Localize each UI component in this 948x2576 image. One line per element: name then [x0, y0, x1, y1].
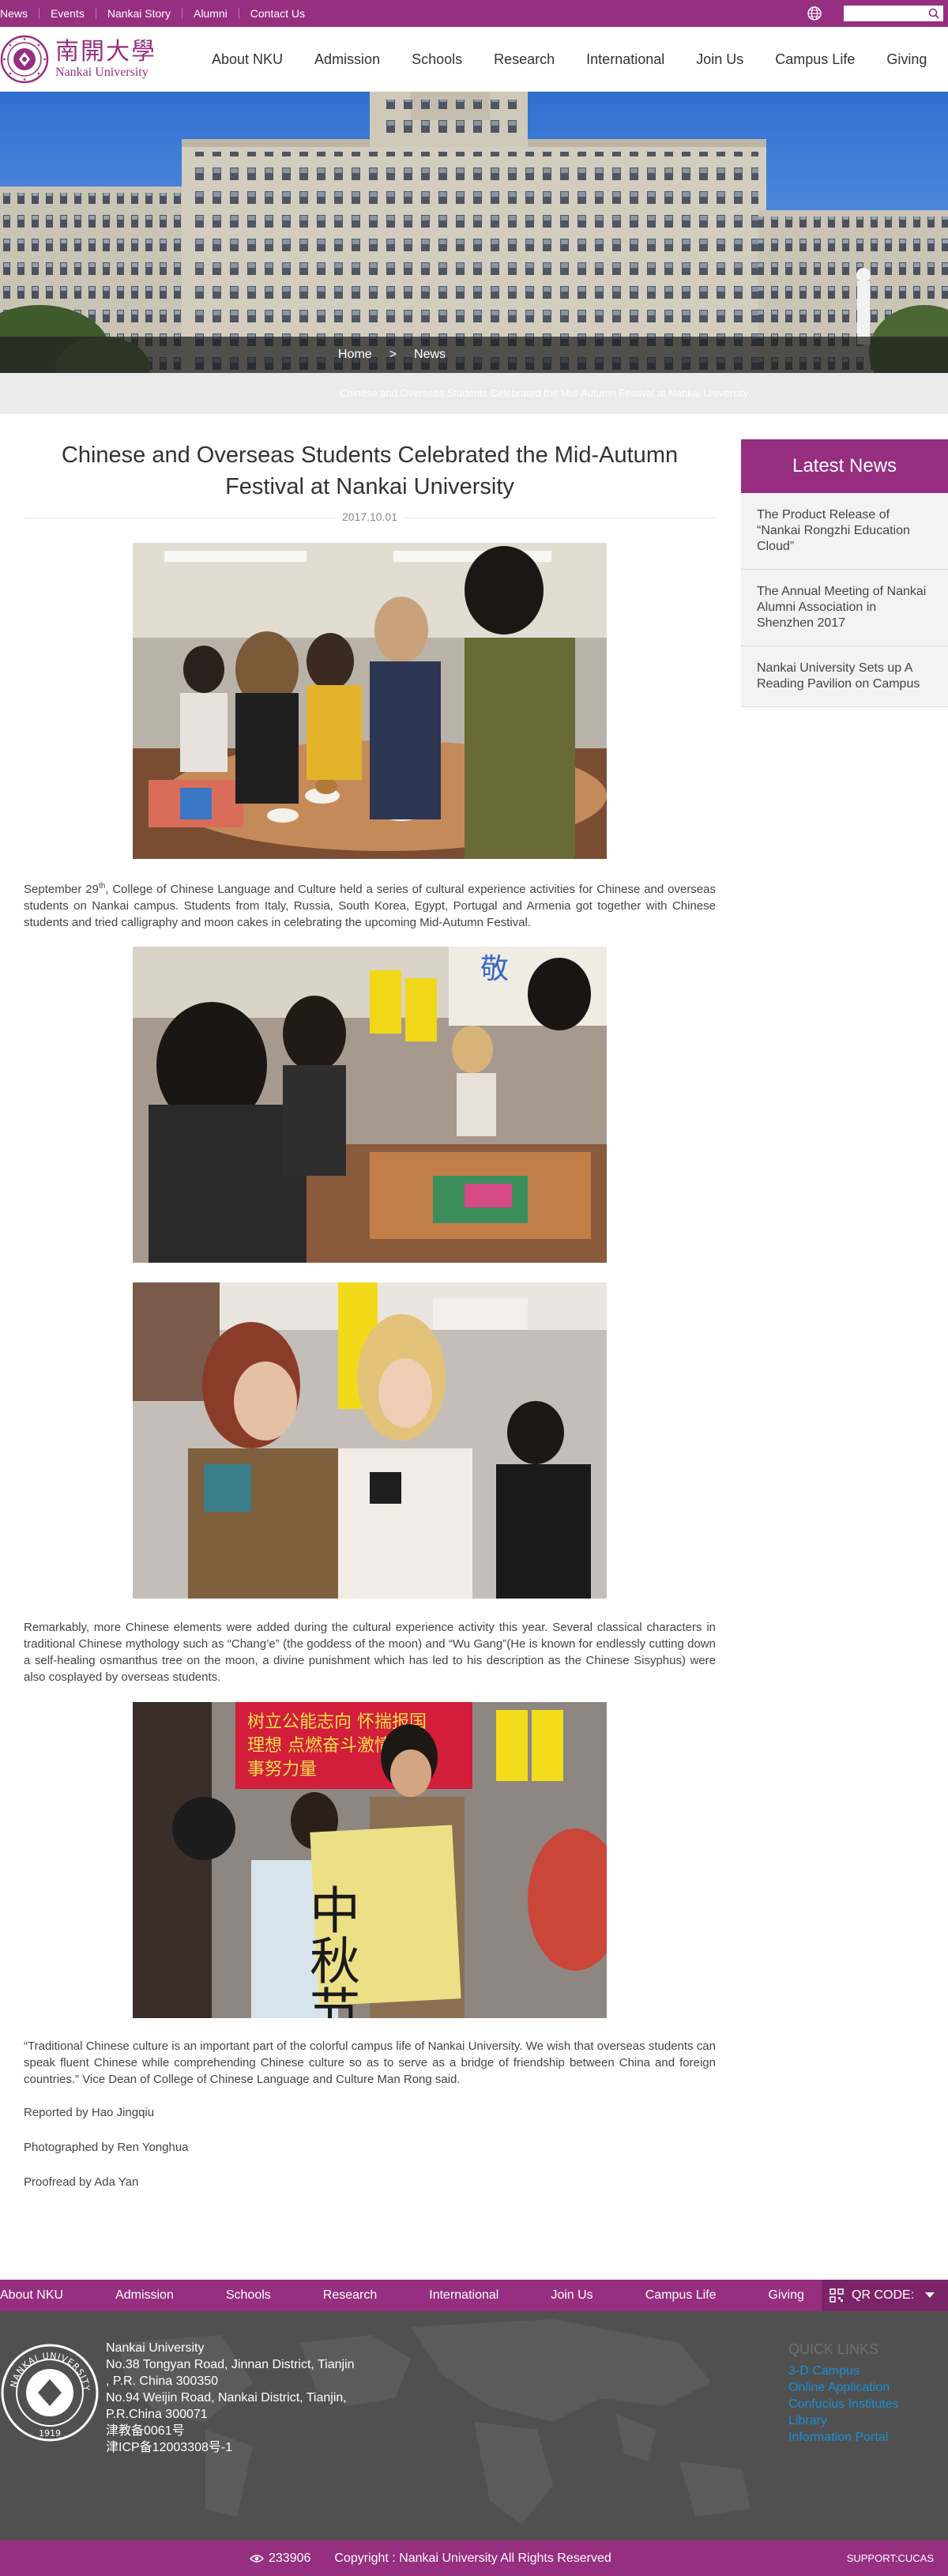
article-paragraph-1: September 29th, College of Chinese Langu…	[24, 878, 716, 931]
university-seal-icon	[0, 35, 49, 84]
reporter-credit: Reported by Hao Jingqiu	[24, 2106, 155, 2119]
breadcrumb-bar: Home > News	[0, 337, 948, 373]
address-line: P.R.China 300071	[106, 2408, 208, 2421]
article-photo-2: 敬	[133, 947, 607, 1263]
address-line: , P.R. China 300350	[106, 2375, 219, 2388]
article: Chinese and Overseas Students Celebrated…	[24, 439, 716, 2189]
article-paragraph-1-start: September 29	[24, 883, 99, 896]
proofreader-credit: Proofread by Ada Yan	[24, 2175, 139, 2189]
article-paragraph-1-rest: , College of Chinese Language and Cultur…	[24, 883, 716, 929]
address-line: Nankai University	[106, 2341, 205, 2355]
footer-nav-schools[interactable]: Schools	[226, 2288, 271, 2303]
address-line: 津教备0061号	[106, 2424, 185, 2438]
main-nav: About NKU Admission Schools Research Int…	[212, 27, 948, 92]
top-link-news[interactable]: News	[0, 8, 40, 19]
article-title: Chinese and Overseas Students Celebrated…	[61, 443, 679, 499]
breadcrumb-home[interactable]: Home	[338, 348, 372, 362]
footer-seal-icon: NANKAI UNIVERSITY 1919	[1, 2344, 99, 2442]
search-box	[844, 6, 943, 21]
globe-icon[interactable]	[807, 6, 822, 21]
article-photo-3	[133, 1282, 607, 1599]
top-links: News Events Nankai Story Alumni Contact …	[0, 0, 316, 27]
article-paragraph-3: “Traditional Chinese culture is an impor…	[24, 2039, 716, 2086]
nav-join-us[interactable]: Join Us	[696, 51, 743, 68]
photographer-credit: Photographed by Ren Yonghua	[24, 2141, 189, 2154]
article-subtitle: Chinese and Overseas Students Celebrated…	[340, 387, 749, 399]
article-paragraph-2: Remarkably, more Chinese elements were a…	[24, 1621, 716, 1684]
cucas-support-link[interactable]: SUPPORT:CUCAS	[847, 2552, 934, 2564]
top-bar: News Events Nankai Story Alumni Contact …	[0, 0, 948, 27]
article-photo-4: 树立公能志向 怀揣报国 理想 点燃奋斗激情 事努力量 中秋节	[133, 1702, 607, 2018]
search-icon[interactable]	[927, 7, 940, 20]
quick-link-confucius-institutes[interactable]: Confucius Institutes	[788, 2396, 899, 2412]
footer-nav-about-nku[interactable]: About NKU	[0, 2288, 63, 2303]
quick-links-title: QUICK LINKS	[788, 2341, 879, 2357]
photo2-sign-text: 敬	[480, 953, 509, 985]
latest-news-item[interactable]: The Product Release of “Nankai Rongzhi E…	[741, 493, 948, 570]
latest-news-sidebar: Latest News The Product Release of “Nank…	[741, 439, 948, 707]
breadcrumb: Home > News	[338, 337, 446, 373]
address-line: No.38 Tongyan Road, Jinnan District, Tia…	[106, 2358, 355, 2371]
top-link-alumni[interactable]: Alumni	[182, 8, 239, 19]
breadcrumb-separator: >	[389, 348, 397, 361]
footer-nav-join-us[interactable]: Join Us	[551, 2288, 592, 2303]
latest-news-title: Latest News	[741, 439, 948, 493]
footer-seal-year: 1919	[39, 2428, 61, 2439]
site-header: 南開大學 Nankai University About NKU Admissi…	[0, 27, 948, 92]
eye-icon	[250, 2554, 264, 2563]
footer-nav-admission[interactable]: Admission	[115, 2288, 174, 2303]
article-date: 2017.10.01	[24, 510, 716, 525]
photo4-banner-line-2: 理想 点燃奋斗激情	[247, 1736, 392, 1756]
qr-code-label: QR CODE:	[852, 2288, 915, 2302]
quick-link-library[interactable]: Library	[788, 2412, 899, 2429]
article-date-text: 2017.10.01	[335, 510, 404, 523]
quick-link-information-portal[interactable]: Information Portal	[788, 2429, 899, 2446]
university-logo[interactable]: 南開大學 Nankai University	[0, 35, 156, 84]
top-link-events[interactable]: Events	[40, 8, 96, 19]
photo4-scroll-text: 中秋节	[301, 1884, 359, 2018]
top-link-nankai-story[interactable]: Nankai Story	[96, 8, 182, 19]
breadcrumb-current[interactable]: News	[414, 348, 446, 362]
address-line: No.94 Weijin Road, Nankai District, Tian…	[106, 2391, 347, 2405]
hero-banner: Home > News Chinese and Overseas Student…	[0, 92, 948, 414]
copyright-bar: 233906 Copyright : Nankai University All…	[0, 2540, 948, 2576]
nav-campus-life[interactable]: Campus Life	[775, 51, 855, 68]
article-subtitle-bar: Chinese and Overseas Students Celebrated…	[0, 373, 948, 414]
footer-nav: About NKU Admission Schools Research Int…	[0, 2280, 948, 2311]
qr-code-button[interactable]: QR CODE:	[822, 2280, 948, 2311]
footer-nav-international[interactable]: International	[429, 2288, 498, 2303]
photo4-banner-line-3: 事努力量	[247, 1760, 317, 1779]
quick-link-online-application[interactable]: Online Application	[788, 2379, 899, 2396]
footer-nav-research[interactable]: Research	[323, 2288, 377, 2303]
nav-international[interactable]: International	[586, 51, 664, 68]
qr-code-icon	[830, 2288, 844, 2303]
nav-schools[interactable]: Schools	[412, 51, 462, 68]
quick-link-3d-campus[interactable]: 3-D Campus	[788, 2363, 899, 2379]
latest-news-item[interactable]: The Annual Meeting of Nankai Alumni Asso…	[741, 570, 948, 646]
logo-english-name: Nankai University	[55, 66, 149, 79]
nav-about-nku[interactable]: About NKU	[212, 51, 283, 68]
quick-links: QUICK LINKS 3-D Campus Online Applicatio…	[788, 2341, 899, 2446]
chevron-down-icon	[925, 2292, 935, 2298]
footer-nav-campus-life[interactable]: Campus Life	[645, 2288, 717, 2303]
top-link-contact-us[interactable]: Contact Us	[239, 8, 316, 19]
nav-giving[interactable]: Giving	[886, 51, 927, 68]
article-photo-1	[133, 543, 607, 859]
footer-nav-giving[interactable]: Giving	[769, 2288, 804, 2303]
nav-admission[interactable]: Admission	[314, 51, 380, 68]
copyright-text: Copyright : Nankai University All Rights…	[334, 2551, 611, 2565]
logo-chinese-name: 南開大學	[55, 38, 156, 66]
address-line: 津ICP备12003308号-1	[106, 2441, 233, 2454]
nav-research[interactable]: Research	[494, 51, 555, 68]
visit-counter: 233906	[269, 2551, 311, 2565]
footer-address: Nankai University No.38 Tongyan Road, Ji…	[106, 2340, 355, 2456]
latest-news-item[interactable]: Nankai University Sets up A Reading Pavi…	[741, 646, 948, 707]
site-footer: NANKAI UNIVERSITY 1919 Nankai University…	[0, 2311, 948, 2540]
